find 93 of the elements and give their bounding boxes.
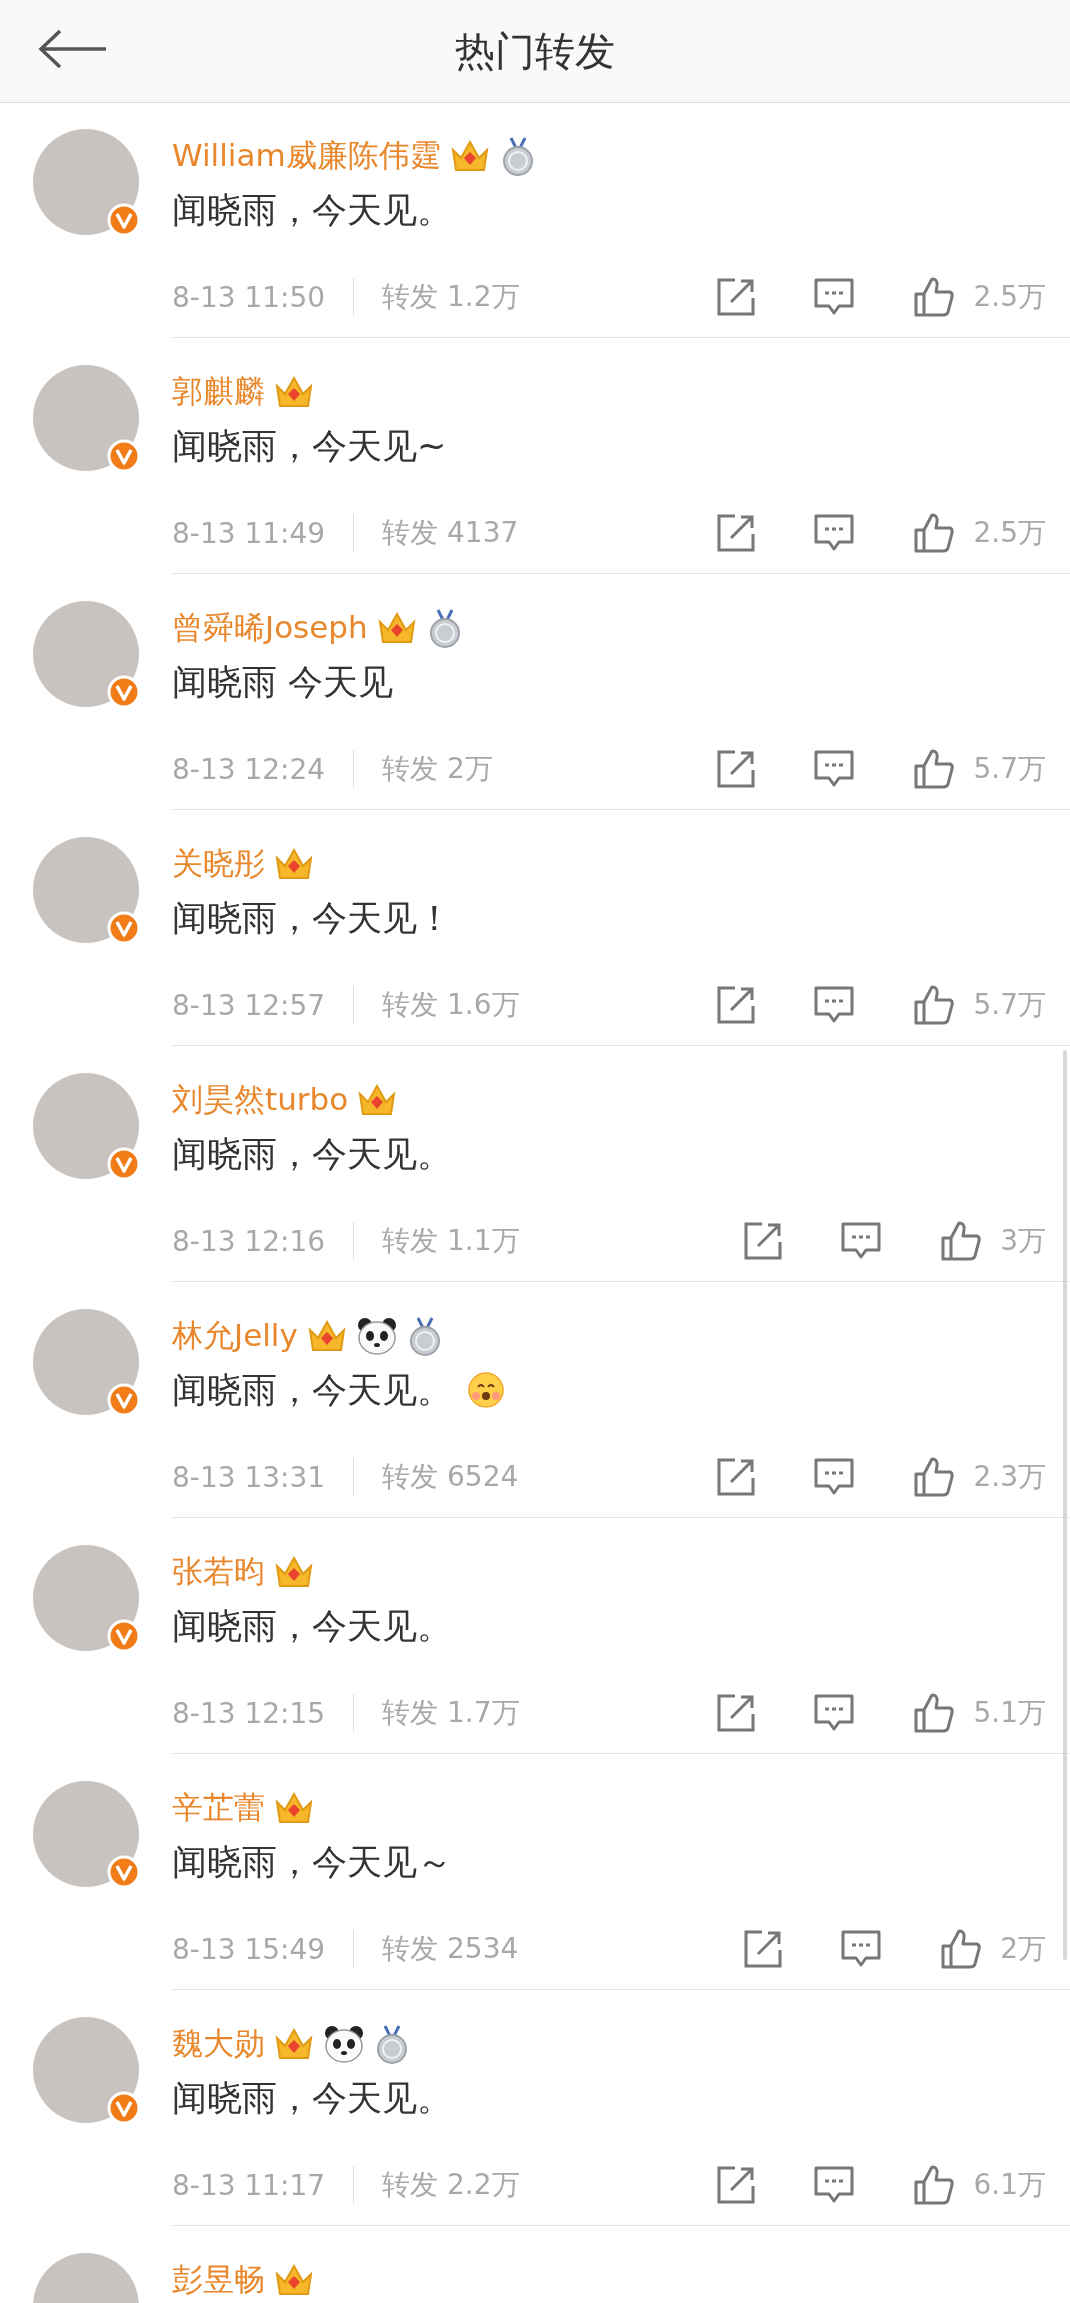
thumbs-up-icon [913, 1692, 956, 1734]
share-button[interactable] [715, 2164, 758, 2206]
repost-text: 闻晓雨，今天见～ [172, 1840, 452, 1884]
comment-button[interactable] [813, 513, 856, 553]
post-time: 8-13 15:49 [172, 1932, 326, 1966]
post-time: 8-13 12:16 [172, 1224, 326, 1258]
repost-count: 转发 1.7万 [382, 1695, 520, 1731]
repost-text: 闻晓雨，今天见。 [172, 1368, 452, 1412]
post-time: 8-13 11:50 [172, 280, 326, 314]
user-name[interactable]: 魏大勋 [172, 2023, 265, 2065]
user-name[interactable]: 辛芷蕾 [172, 1787, 265, 1829]
like-button[interactable]: 5.7万 [913, 984, 1046, 1026]
like-button[interactable]: 3万 [940, 1220, 1046, 1262]
comment-icon [813, 513, 856, 553]
share-icon [742, 1928, 785, 1970]
back-arrow-icon [38, 29, 108, 69]
user-name[interactable]: 林允Jelly [172, 1315, 298, 1357]
comment-button[interactable] [813, 1457, 856, 1497]
comment-icon [840, 1221, 883, 1261]
post-time: 8-13 13:31 [172, 1460, 326, 1494]
share-icon [742, 1220, 785, 1262]
thumbs-up-icon [913, 748, 956, 790]
comment-button[interactable] [813, 749, 856, 789]
repost-count: 转发 6524 [382, 1459, 519, 1495]
like-button[interactable]: 2万 [940, 1928, 1046, 1970]
share-button[interactable] [715, 984, 758, 1026]
thumbs-up-icon [913, 2164, 956, 2206]
share-button[interactable] [715, 276, 758, 318]
user-name[interactable]: 关晓彤 [172, 843, 265, 885]
share-button[interactable] [715, 748, 758, 790]
repost-count: 转发 2.2万 [382, 2167, 520, 2203]
like-button[interactable]: 2.5万 [913, 512, 1046, 554]
comment-icon [813, 1693, 856, 1733]
comment-button[interactable] [813, 1693, 856, 1733]
like-button[interactable]: 2.5万 [913, 276, 1046, 318]
share-icon [715, 748, 758, 790]
user-name[interactable]: 刘昊然turbo [172, 1079, 349, 1121]
share-icon [715, 1692, 758, 1734]
thumbs-up-icon [913, 1456, 956, 1498]
repost-text: 闻晓雨 今天见 [172, 660, 394, 704]
share-icon [715, 276, 758, 318]
user-name[interactable]: 曾舜晞Joseph [172, 607, 368, 649]
repost-text: 闻晓雨，今天见。 [172, 2076, 452, 2120]
repost-count: 转发 2万 [382, 751, 493, 787]
post-time: 8-13 12:24 [172, 752, 326, 786]
share-icon [715, 2164, 758, 2206]
share-button[interactable] [715, 1692, 758, 1734]
comment-icon [813, 749, 856, 789]
share-button[interactable] [742, 1928, 785, 1970]
share-button[interactable] [742, 1220, 785, 1262]
comment-button[interactable] [840, 1221, 883, 1261]
comment-icon [813, 2165, 856, 2205]
repost-count: 转发 1.2万 [382, 279, 520, 315]
comment-button[interactable] [813, 2165, 856, 2205]
share-icon [715, 1456, 758, 1498]
thumbs-up-icon [940, 1220, 983, 1262]
repost-text: 闻晓雨，今天见。 [172, 1604, 452, 1648]
comment-button[interactable] [813, 985, 856, 1025]
page-title: 热门转发 [455, 26, 615, 76]
share-icon [715, 984, 758, 1026]
repost-count: 转发 4137 [382, 515, 519, 551]
user-name[interactable]: William威廉陈伟霆 [172, 135, 441, 177]
repost-text: 闻晓雨，今天见。 [172, 188, 452, 232]
repost-text: 闻晓雨，今天见！ [172, 896, 452, 940]
comment-icon [840, 1929, 883, 1969]
repost-text: 闻晓雨，今天见~ [172, 424, 447, 468]
repost-count: 转发 1.1万 [382, 1223, 520, 1259]
like-button[interactable]: 5.1万 [913, 1692, 1046, 1734]
user-name[interactable]: 郭麒麟 [172, 371, 265, 413]
comment-button[interactable] [840, 1929, 883, 1969]
post-time: 8-13 11:17 [172, 2168, 326, 2202]
share-icon [715, 512, 758, 554]
repost-count: 转发 2534 [382, 1931, 519, 1967]
thumbs-up-icon [940, 1928, 983, 1970]
user-name[interactable]: 张若昀 [172, 1551, 265, 1593]
post-time: 8-13 12:15 [172, 1696, 326, 1730]
thumbs-up-icon [913, 984, 956, 1026]
like-button[interactable]: 5.7万 [913, 748, 1046, 790]
repost-text: 闻晓雨，今天见。 [172, 1132, 452, 1176]
share-button[interactable] [715, 512, 758, 554]
like-button[interactable]: 6.1万 [913, 2164, 1046, 2206]
comment-icon [813, 985, 856, 1025]
thumbs-up-icon [913, 276, 956, 318]
comment-icon [813, 277, 856, 317]
comment-button[interactable] [813, 277, 856, 317]
post-time: 8-13 12:57 [172, 988, 326, 1022]
comment-icon [813, 1457, 856, 1497]
repost-count: 转发 1.6万 [382, 987, 520, 1023]
post-time: 8-13 11:49 [172, 516, 326, 550]
thumbs-up-icon [913, 512, 956, 554]
share-button[interactable] [715, 1456, 758, 1498]
user-name[interactable]: 彭昱畅 [172, 2259, 265, 2301]
like-button[interactable]: 2.3万 [913, 1456, 1046, 1498]
